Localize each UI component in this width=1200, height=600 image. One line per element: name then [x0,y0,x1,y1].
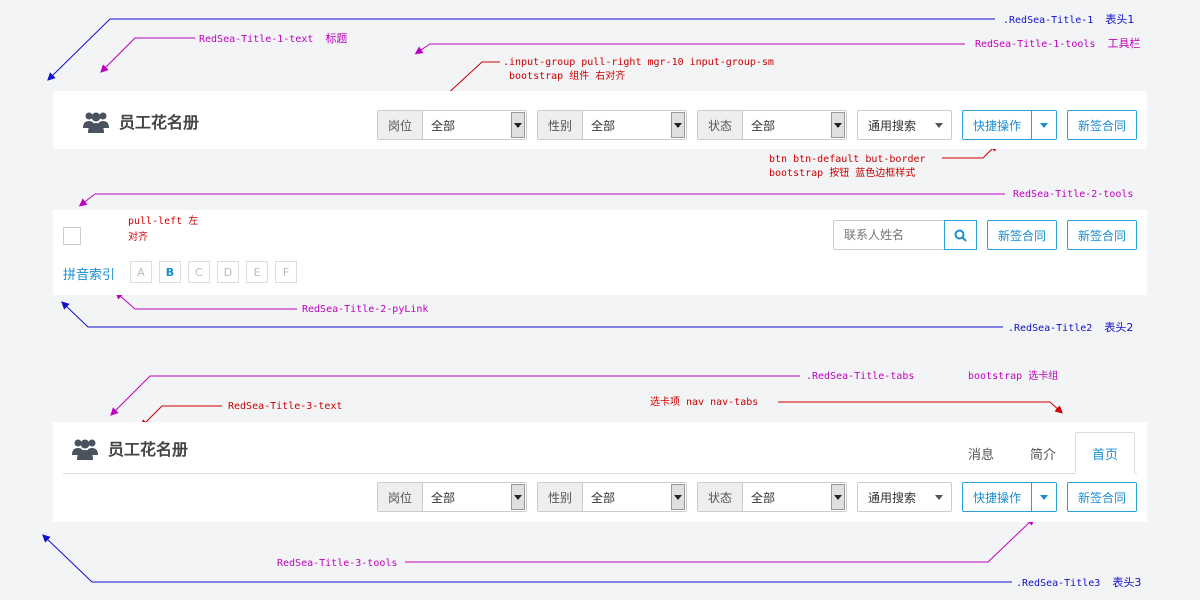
filter-label: 状态 [698,483,743,511]
caret-down-icon [927,122,951,128]
new-contract-button[interactable]: 新签合同 [1067,482,1137,512]
pinyin-index-label: 拼音索引 [63,268,116,283]
header-3: 员工花名册 消息 简介 首页 岗位 全部 性别 全部 状态 全部 通用搜索 快捷… [53,422,1147,522]
annotation-title3: .RedSea-Title3 表头3 [1016,576,1142,589]
header3-title: 员工花名册 [72,436,188,460]
tab-intro[interactable]: 简介 [1015,432,1071,474]
quick-action-button[interactable]: 快捷操作 [962,110,1057,140]
general-search-button[interactable]: 通用搜索 [857,482,952,512]
filter-select[interactable]: 全部 [583,111,686,139]
annotation-input-group: .input-group pull-right mgr-10 input-gro… [503,57,774,68]
annotation-btn-desc: bootstrap 按钮 蓝色边框样式 [769,168,916,179]
filter-status[interactable]: 状态 全部 [697,110,847,140]
caret-down-icon [511,484,525,510]
tab-messages[interactable]: 消息 [953,432,1009,474]
annotation-title2-tools: RedSea-Title-2-tools [1013,189,1134,200]
annotation-nav-tabs: 选卡项 nav nav-tabs [650,397,759,408]
quick-action-button[interactable]: 快捷操作 [962,482,1057,512]
filter-select[interactable]: 全部 [423,111,526,139]
annotation-title-tabs: .RedSea-Title-tabs [806,371,915,382]
caret-down-icon [831,484,845,510]
general-search-button[interactable]: 通用搜索 [857,110,952,140]
people-icon [83,112,109,133]
filter-select[interactable]: 全部 [743,111,846,139]
new-contract-button[interactable]: 新签合同 [1067,220,1137,250]
caret-down-icon[interactable] [1031,111,1056,139]
caret-down-icon [671,484,685,510]
filter-position[interactable]: 岗位 全部 [377,110,527,140]
filter-status[interactable]: 状态 全部 [697,482,847,512]
annotation-btn: btn btn-default but-border [769,154,926,165]
pinyin-letter-f[interactable]: F [275,261,297,283]
new-contract-button[interactable]: 新签合同 [1067,110,1137,140]
pinyin-letter-c[interactable]: C [188,261,210,283]
filter-label: 性别 [538,483,583,511]
tab-home[interactable]: 首页 [1075,432,1135,474]
annotation-title3-tools: RedSea-Title-3-tools [277,558,398,569]
contact-search-group [833,220,977,250]
new-contract-button[interactable]: 新签合同 [987,220,1057,250]
annotation-title3-text: RedSea-Title-3-text [228,401,343,412]
filter-select[interactable]: 全部 [583,483,686,511]
caret-down-icon [671,112,685,138]
header1-title: 员工花名册 [83,109,199,133]
filter-select[interactable]: 全部 [743,483,846,511]
annotation-title2-pylink: RedSea-Title-2-pyLink [302,304,429,315]
annotation-title1: .RedSea-Title-1 表头1 [1003,13,1135,26]
caret-down-icon[interactable] [1031,483,1056,511]
header-1: 员工花名册 岗位 全部 性别 全部 状态 全部 通用搜索 快捷操作 新签合同 [53,91,1147,149]
filter-label: 状态 [698,111,743,139]
filter-label: 岗位 [378,483,423,511]
annotation-title2: .RedSea-Title2 表头2 [1008,321,1134,334]
contact-search-input[interactable] [834,221,945,249]
filter-select[interactable]: 全部 [423,483,526,511]
annotation-input-group-desc: bootstrap 组件 右对齐 [509,71,626,82]
caret-down-icon [511,112,525,138]
caret-down-icon [927,494,951,500]
filter-gender[interactable]: 性别 全部 [537,110,687,140]
filter-position[interactable]: 岗位 全部 [377,482,527,512]
annotation-title-tabs-desc: bootstrap 选卡组 [968,371,1059,382]
pinyin-letter-e[interactable]: E [246,261,268,283]
annotation-pull-left: pull-left 左 [128,216,199,227]
filter-label: 性别 [538,111,583,139]
header-2: 新签合同 新签合同 拼音索引 A B C D E F [53,210,1147,295]
people-icon [72,439,98,460]
search-icon [954,229,967,242]
annotation-title1-text: RedSea-Title-1-text 标题 [199,32,348,45]
pinyin-letter-d[interactable]: D [217,261,239,283]
search-button[interactable] [944,220,977,250]
annotation-pull-left-2: 对齐 [128,232,148,243]
filter-gender[interactable]: 性别 全部 [537,482,687,512]
filter-label: 岗位 [378,111,423,139]
select-all-checkbox[interactable] [63,227,81,245]
pinyin-letter-b[interactable]: B [159,261,181,283]
annotation-title1-tools: RedSea-Title-1-tools 工具栏 [975,37,1141,50]
caret-down-icon [831,112,845,138]
pinyin-letter-a[interactable]: A [130,261,152,283]
